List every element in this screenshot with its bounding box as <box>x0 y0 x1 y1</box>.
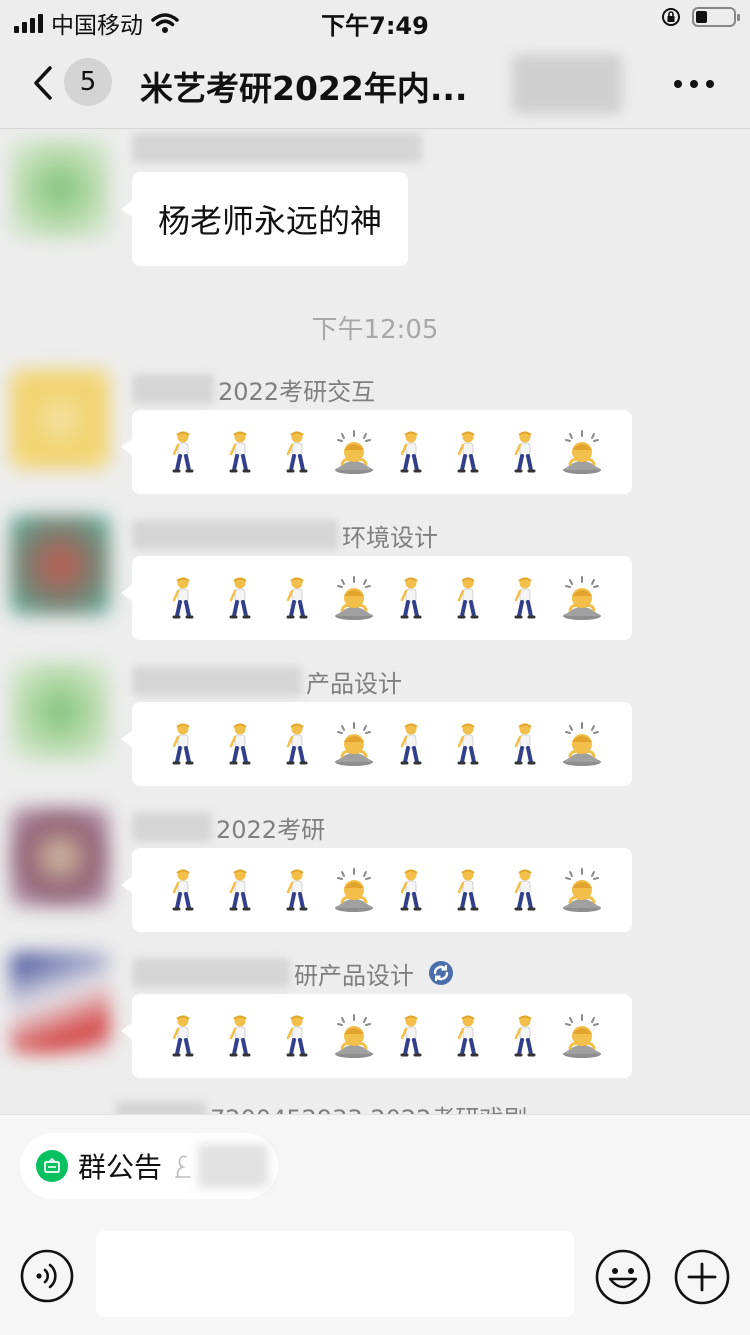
person-bowing-icon <box>325 718 382 770</box>
composer: 群公告 <box>0 1114 750 1335</box>
person-bowing-icon <box>553 426 610 478</box>
sender-name: 2022考研交互 <box>132 372 375 406</box>
battery-fill <box>696 11 707 23</box>
user-icon <box>175 1155 191 1178</box>
person-walking-icon <box>268 1010 325 1062</box>
sender-name: 2022考研 <box>132 810 325 844</box>
sender-name: 7200452933 2022考研戏剧 <box>116 1099 527 1114</box>
person-walking-icon <box>439 572 496 624</box>
emoji-message-bubble[interactable] <box>121 410 632 494</box>
person-walking-icon <box>439 864 496 916</box>
back-icon[interactable] <box>26 60 66 106</box>
person-walking-icon <box>154 1010 211 1062</box>
person-bowing-icon <box>325 572 382 624</box>
person-bowing-icon <box>325 426 382 478</box>
plus-icon[interactable] <box>674 1249 730 1305</box>
person-walking-icon <box>496 864 553 916</box>
title-redacted <box>512 54 622 114</box>
person-walking-icon <box>154 718 211 770</box>
person-walking-icon <box>439 718 496 770</box>
emoji-message-bubble[interactable] <box>121 994 632 1078</box>
emoji-row <box>132 702 632 786</box>
status-bar: 中国移动 下午7:49 <box>0 0 750 40</box>
person-walking-icon <box>154 572 211 624</box>
time-separator: 下午12:05 <box>311 315 439 345</box>
person-walking-icon <box>439 426 496 478</box>
person-walking-icon <box>496 426 553 478</box>
person-bowing-icon <box>553 718 610 770</box>
message-input[interactable] <box>96 1231 574 1317</box>
person-walking-icon <box>211 572 268 624</box>
emoji-message-bubble[interactable] <box>121 848 632 932</box>
sender-name: 产品设计 <box>132 664 402 698</box>
notice-redacted <box>198 1144 269 1188</box>
person-walking-icon <box>268 426 325 478</box>
emoji-row <box>132 848 632 932</box>
person-walking-icon <box>496 1010 553 1062</box>
chat-header: 5 米艺考研2022年内... <box>0 40 750 129</box>
message-text: 杨老师永远的神 <box>158 202 383 240</box>
chat-title: 米艺考研2022年内... <box>140 69 468 108</box>
person-bowing-icon <box>553 572 610 624</box>
more-options-icon[interactable] <box>674 80 714 88</box>
message-bubble[interactable]: 杨老师永远的神 <box>120 172 409 266</box>
person-walking-icon <box>382 1010 439 1062</box>
sender-name: 环境设计 <box>132 518 438 552</box>
person-walking-icon <box>382 718 439 770</box>
person-walking-icon <box>211 864 268 916</box>
avatar[interactable] <box>10 369 110 469</box>
status-right <box>660 6 740 28</box>
emoji-row <box>132 556 632 640</box>
person-walking-icon <box>496 718 553 770</box>
avatar[interactable] <box>10 807 110 907</box>
avatar[interactable] <box>10 953 110 1053</box>
person-walking-icon <box>211 1010 268 1062</box>
person-walking-icon <box>382 426 439 478</box>
person-walking-icon <box>439 1010 496 1062</box>
person-walking-icon <box>211 426 268 478</box>
chat-messages[interactable]: 杨老师永远的神 下午12:05 2022考研交互 环境设计 产品设计 2022考… <box>0 129 750 1114</box>
person-walking-icon <box>382 572 439 624</box>
person-bowing-icon <box>325 1010 382 1062</box>
group-notice-pill[interactable]: 群公告 <box>20 1133 278 1199</box>
person-walking-icon <box>268 864 325 916</box>
person-walking-icon <box>382 864 439 916</box>
emoji-message-bubble[interactable] <box>121 556 632 640</box>
person-bowing-icon <box>553 1010 610 1062</box>
person-bowing-icon <box>553 864 610 916</box>
avatar[interactable] <box>10 515 110 615</box>
person-walking-icon <box>211 718 268 770</box>
person-bowing-icon <box>325 864 382 916</box>
avatar[interactable] <box>10 661 110 761</box>
orientation-lock-icon <box>662 8 680 26</box>
person-walking-icon <box>154 864 211 916</box>
status-time: 下午7:49 <box>321 12 429 40</box>
emoji-row <box>132 410 632 494</box>
refresh-icon <box>429 961 453 985</box>
avatar[interactable] <box>10 139 110 239</box>
person-walking-icon <box>154 426 211 478</box>
sender-name <box>132 131 426 165</box>
emoji-icon[interactable] <box>595 1249 651 1305</box>
person-walking-icon <box>268 718 325 770</box>
unread-count-badge[interactable]: 5 <box>64 58 112 106</box>
notice-label: 群公告 <box>78 1151 163 1184</box>
voice-input-icon[interactable] <box>20 1249 74 1303</box>
emoji-message-bubble[interactable] <box>121 702 632 786</box>
person-walking-icon <box>496 572 553 624</box>
person-walking-icon <box>268 572 325 624</box>
battery-icon <box>692 7 740 27</box>
sender-name: 研产品设计 <box>132 956 454 990</box>
notice-icon <box>36 1150 68 1182</box>
emoji-row <box>132 994 632 1078</box>
